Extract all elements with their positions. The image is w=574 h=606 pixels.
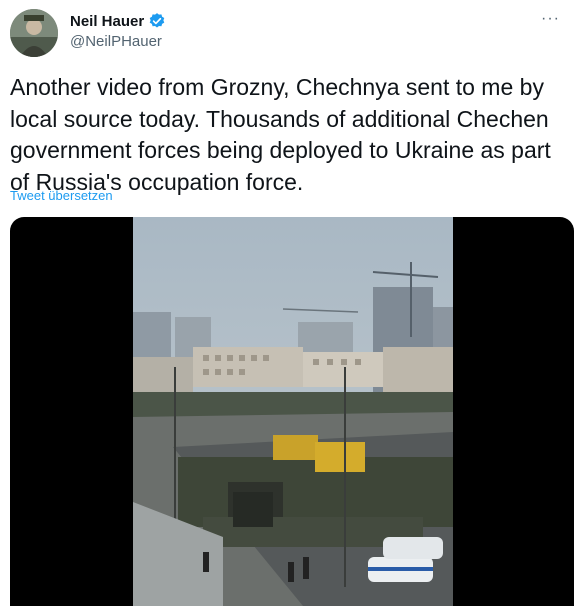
author-handle[interactable]: @NeilPHauer bbox=[70, 33, 162, 50]
tweet-text: Another video from Grozny, Chechnya sent… bbox=[10, 74, 551, 195]
more-options-icon[interactable]: ··· bbox=[541, 10, 560, 28]
verified-badge-icon bbox=[149, 13, 165, 28]
translate-tweet-link[interactable]: Tweet übersetzen bbox=[10, 188, 113, 203]
video-thumbnail-icon bbox=[133, 217, 453, 606]
video-frame[interactable] bbox=[133, 217, 453, 606]
author-avatar[interactable] bbox=[10, 9, 58, 57]
tweet-media-video[interactable] bbox=[10, 217, 574, 606]
avatar-photo-icon bbox=[10, 9, 58, 57]
author-display-name[interactable]: Neil Hauer bbox=[70, 13, 144, 30]
